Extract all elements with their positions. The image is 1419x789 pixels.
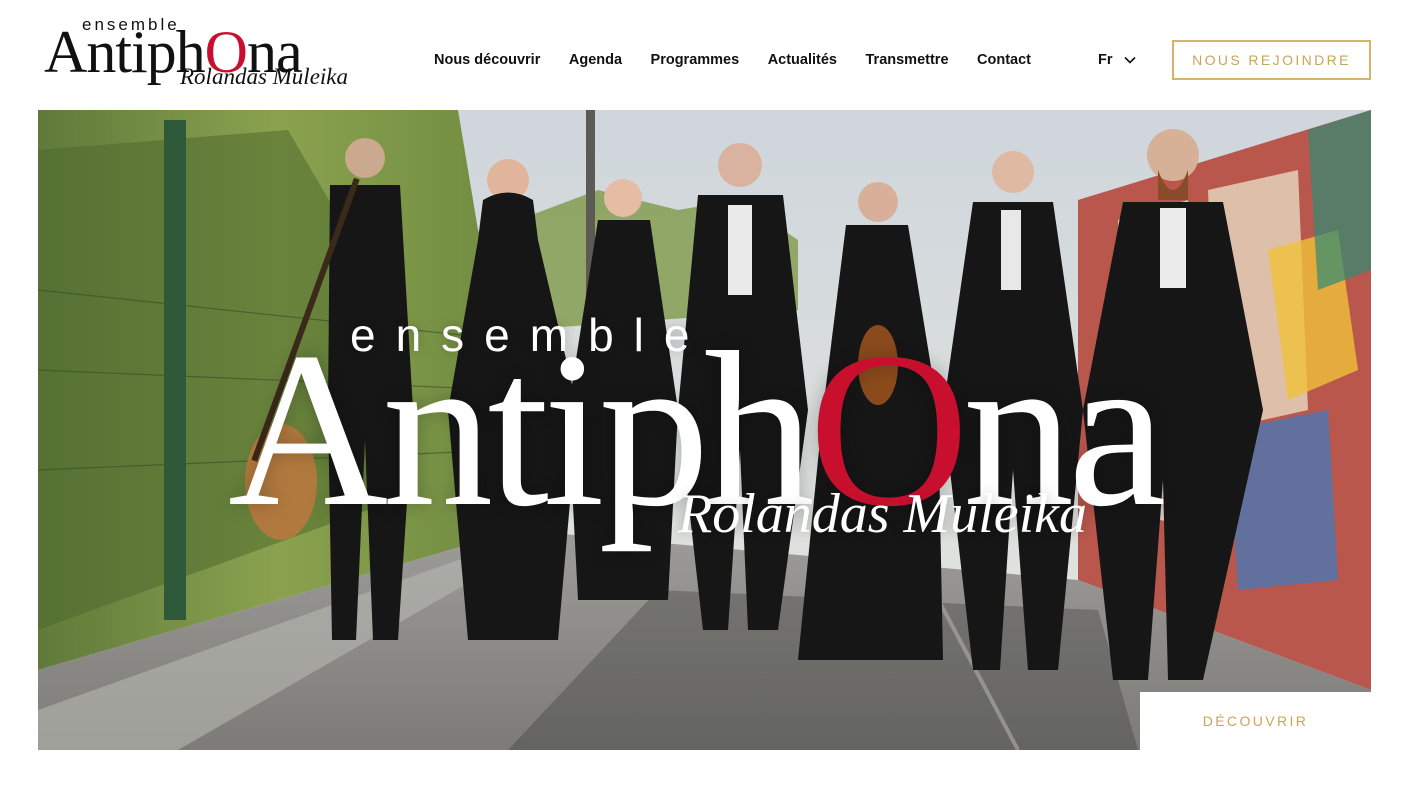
main-navigation: Nous découvrir Agenda Programmes Actuali…	[434, 52, 1060, 68]
site-logo[interactable]: ensemble AntiphOna Rolandas Muleika	[44, 14, 349, 90]
logo-subtitle: Rolandas Muleika	[180, 64, 348, 89]
chevron-down-icon	[1123, 56, 1136, 64]
nav-item-nous-decouvrir[interactable]: Nous découvrir	[434, 52, 540, 68]
nav-item-agenda[interactable]: Agenda	[569, 52, 622, 68]
nav-item-programmes[interactable]: Programmes	[651, 52, 740, 68]
join-button[interactable]: NOUS REJOINDRE	[1172, 40, 1371, 80]
language-label: Fr	[1098, 52, 1113, 68]
hero-photo	[38, 110, 1371, 750]
nav-item-actualites[interactable]: Actualités	[768, 52, 837, 68]
nav-item-contact[interactable]: Contact	[977, 52, 1031, 68]
hero-banner: ensemble AntiphOna Rolandas Muleika	[38, 110, 1371, 750]
language-selector[interactable]: Fr	[1098, 52, 1137, 68]
discover-button[interactable]: DÉCOUVRIR	[1140, 692, 1371, 750]
site-header: ensemble AntiphOna Rolandas Muleika Nous…	[0, 0, 1419, 110]
nav-item-transmettre[interactable]: Transmettre	[866, 52, 949, 68]
